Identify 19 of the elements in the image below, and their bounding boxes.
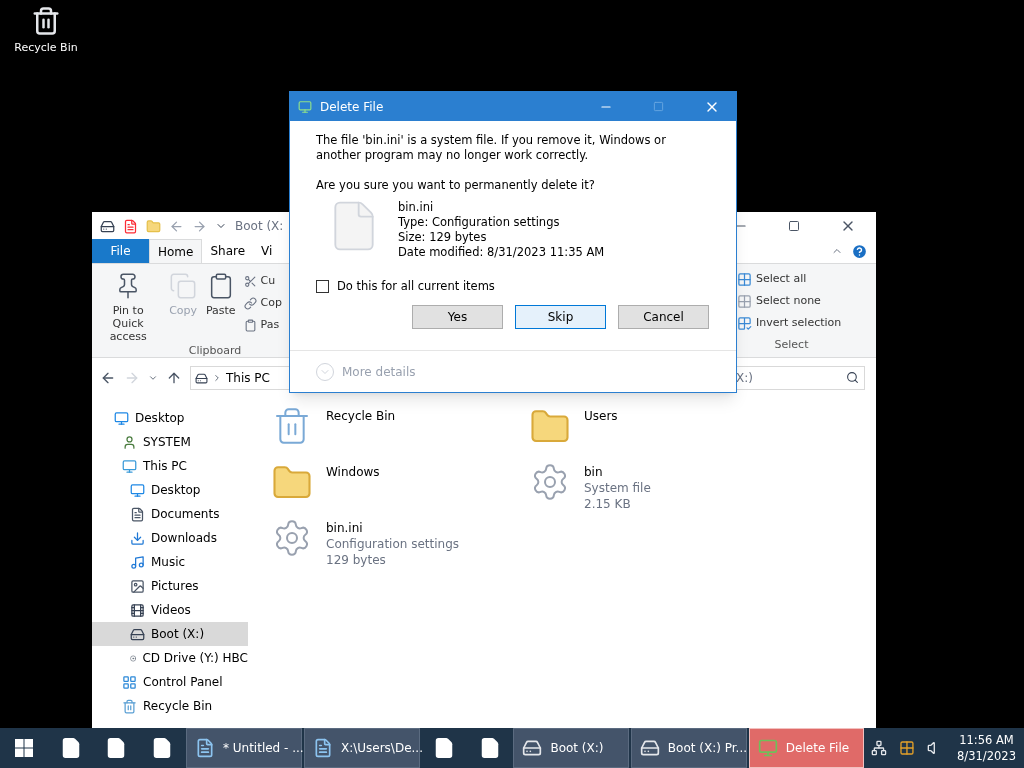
file-name: Recycle Bin (326, 408, 396, 424)
warning-message: The file 'bin.ini' is a system file. If you remove it, Windows or another program may no longer work correctly. (316, 133, 667, 163)
ribbon-group-label: Clipboard (187, 343, 243, 359)
file-detail: 2.15 KB (584, 496, 632, 512)
file-name: bin.ini (398, 200, 435, 216)
file-name: bin (584, 464, 604, 480)
file-info: Size: 129 bytes (398, 230, 488, 246)
file-detail: 129 bytes (326, 552, 387, 568)
file-info: Type: Configuration settings (398, 215, 561, 231)
dialog-title: Delete File (320, 98, 385, 116)
file-name: bin.ini (326, 520, 364, 536)
file-name: Users (584, 408, 618, 424)
ribbon-group-label: Select (773, 336, 810, 353)
file-name: Windows (326, 464, 380, 480)
window-title: Boot (X: (235, 218, 284, 235)
confirm-question: Are you sure you want to permanently delete it? (316, 177, 596, 194)
file-detail: System file (584, 480, 651, 496)
file-info: Date modified: 8/31/2023 11:35 AM (398, 245, 605, 261)
file-detail: Configuration settings (326, 536, 460, 552)
